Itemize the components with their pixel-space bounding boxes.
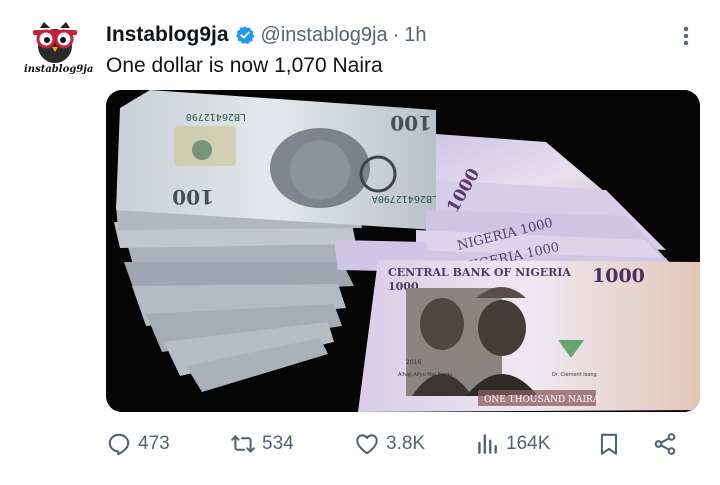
usd-denomination-2: 100 [390, 111, 432, 135]
views-chart-icon [478, 434, 497, 454]
share-button[interactable] [652, 426, 684, 462]
like-count: 3.8K [386, 433, 426, 454]
avatar[interactable]: instablog9ja [24, 20, 94, 82]
usd-note: 100 100 LB26412790 LB26412790A [116, 90, 438, 230]
naira-name-left: Alhaji Aliyu Mai Bornu [398, 372, 452, 378]
naira-denomination: 1000 [592, 265, 645, 287]
usd-serial: LB26412790 [186, 111, 246, 122]
naira-bank-name: CENTRAL BANK OF NIGERIA [388, 266, 571, 279]
repost-icon [231, 435, 255, 453]
views-button[interactable]: 164K [474, 426, 550, 462]
tweet-media-image[interactable]: 100 100 LB26412790 LB26412790A 1000 NIGE… [106, 90, 700, 412]
naira-name-right: Dr. Clement Isong [552, 372, 597, 378]
bookmark-icon [600, 433, 618, 455]
bookmark-button[interactable] [596, 426, 628, 462]
verified-badge-icon[interactable] [235, 25, 255, 45]
timestamp[interactable]: 1h [404, 24, 426, 47]
naira-note: CENTRAL BANK OF NIGERIA 1000 1000 2016 A… [358, 260, 700, 412]
tweet-card: instablog9ja Instablog9ja @instablog9ja … [0, 0, 720, 485]
reply-icon [108, 433, 130, 456]
repost-button[interactable]: 534 [230, 426, 294, 462]
reply-button[interactable]: 473 [106, 426, 170, 462]
usd-serial-2: LB26412790A [372, 193, 438, 204]
reply-count: 473 [138, 433, 170, 454]
share-icon [654, 433, 676, 455]
separator-dot: · [392, 23, 400, 46]
like-button[interactable]: 3.8K [354, 426, 425, 462]
view-count: 164K [506, 433, 551, 454]
avatar-label: instablog9ja [24, 64, 94, 75]
tweet-text: One dollar is now 1,070 Naira [106, 54, 383, 77]
naira-year: 2016 [406, 359, 421, 366]
user-handle[interactable]: @instablog9ja [261, 24, 388, 47]
usd-denomination: 100 [172, 185, 214, 209]
tweet-action-bar: 473 534 3.8K 164K [106, 426, 700, 462]
repost-count: 534 [262, 433, 294, 454]
tweet-header: Instablog9ja @instablog9ja · 1h [106, 20, 427, 50]
naira-amount-words: ONE THOUSAND NAIRA [484, 395, 600, 405]
heart-icon [356, 434, 378, 455]
owl-logo-icon [33, 22, 77, 63]
currency-photo: 100 100 LB26412790 LB26412790A 1000 NIGE… [106, 90, 700, 412]
display-name[interactable]: Instablog9ja [106, 23, 229, 47]
more-options-icon[interactable] [676, 24, 696, 48]
